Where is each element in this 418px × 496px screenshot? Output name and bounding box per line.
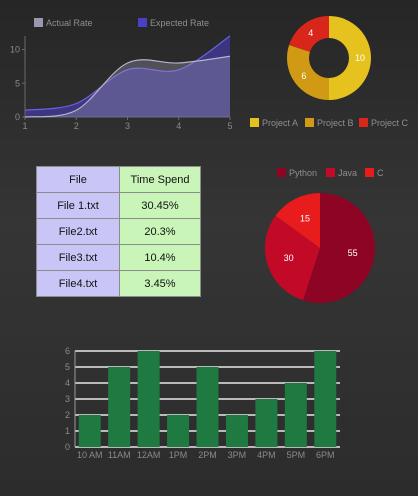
- x-tick-label: 4: [176, 121, 181, 131]
- table-header-file: File: [36, 166, 120, 193]
- x-tick-label: 11AM: [108, 450, 131, 460]
- y-tick-label: 2: [65, 410, 70, 420]
- bar: [284, 383, 307, 447]
- legend-label: C: [377, 168, 384, 178]
- x-tick-label: 1PM: [169, 450, 188, 460]
- y-tick-label: 3: [65, 394, 70, 404]
- legend-swatch: [365, 168, 374, 177]
- bar: [78, 415, 101, 447]
- y-tick-label: 10: [10, 45, 20, 55]
- bar: [196, 367, 219, 447]
- table-cell-file: File4.txt: [36, 270, 120, 297]
- y-tick-label: 0: [15, 112, 20, 122]
- legend-swatch: [305, 118, 314, 127]
- donut-slice: [287, 45, 329, 100]
- table-cell-time: 30.45%: [119, 192, 201, 219]
- table-cell-file: File 1.txt: [36, 192, 120, 219]
- legend-label: Project B: [317, 118, 354, 128]
- pie-slice-label: 55: [348, 248, 358, 258]
- file-time-table: File Time Spend File 1.txt 30.45% File2.…: [36, 166, 201, 297]
- legend-label: Project A: [262, 118, 298, 128]
- table-cell-file: File3.txt: [36, 244, 120, 271]
- y-tick-label: 6: [65, 346, 70, 356]
- table-header-row: File Time Spend: [36, 166, 201, 193]
- donut-chart: 10 6 4 Project A Project B Project C: [250, 16, 409, 128]
- language-pie-chart: Python Java C 55 30 15: [265, 168, 384, 303]
- legend-label: Java: [338, 168, 357, 178]
- legend-label: Actual Rate: [46, 18, 93, 28]
- x-tick-label: 3: [125, 121, 130, 131]
- bar: [225, 415, 248, 447]
- x-tick-label: 12AM: [137, 450, 161, 460]
- donut-slice-label: 4: [308, 28, 313, 38]
- bar: [255, 399, 278, 447]
- table-cell-time: 3.45%: [119, 270, 201, 297]
- donut-slice-label: 10: [355, 53, 365, 63]
- bar: [167, 415, 190, 447]
- x-tick-label: 1: [22, 121, 27, 131]
- table-row: File 1.txt 30.45%: [36, 192, 201, 219]
- table-header-time-spend: Time Spend: [119, 166, 201, 193]
- donut-slice-label: 6: [301, 71, 306, 81]
- hourly-bar-chart: 0 1 2 3 4 5 6 10 AM 11AM 12AM 1PM 2PM 3PM 4PM 5PM 6PM: [65, 346, 340, 460]
- legend-swatch: [359, 118, 368, 127]
- y-tick-label: 1: [65, 426, 70, 436]
- y-tick-label: 5: [65, 362, 70, 372]
- y-tick-label: 4: [65, 378, 70, 388]
- x-tick-label: 10 AM: [77, 450, 103, 460]
- y-tick-label: 5: [15, 78, 20, 88]
- area-chart: Actual Rate Expected Rate 0 5 10 1 2 3 4 5: [10, 18, 233, 131]
- table-row: File2.txt 20.3%: [36, 218, 201, 245]
- x-tick-label: 5PM: [287, 450, 306, 460]
- y-tick-label: 0: [65, 442, 70, 452]
- bar: [314, 351, 337, 447]
- legend-label: Python: [289, 168, 317, 178]
- x-tick-label: 3PM: [228, 450, 247, 460]
- legend-swatch: [250, 118, 259, 127]
- legend-swatch: [277, 168, 286, 177]
- x-tick-label: 2: [74, 121, 79, 131]
- table-row: File4.txt 3.45%: [36, 270, 201, 297]
- legend-label: Expected Rate: [150, 18, 209, 28]
- legend-swatch: [138, 18, 147, 27]
- x-tick-label: 2PM: [198, 450, 217, 460]
- legend-label: Project C: [371, 118, 409, 128]
- bar: [137, 351, 160, 447]
- bar: [108, 367, 131, 447]
- legend-swatch: [326, 168, 335, 177]
- table-cell-time: 10.4%: [119, 244, 201, 271]
- pie-slice-label: 30: [284, 253, 294, 263]
- x-tick-label: 6PM: [316, 450, 335, 460]
- x-tick-label: 5: [227, 121, 232, 131]
- table-row: File3.txt 10.4%: [36, 244, 201, 271]
- legend-swatch: [34, 18, 43, 27]
- x-tick-label: 4PM: [257, 450, 276, 460]
- pie-slice-label: 15: [300, 214, 310, 224]
- table-cell-file: File2.txt: [36, 218, 120, 245]
- table-cell-time: 20.3%: [119, 218, 201, 245]
